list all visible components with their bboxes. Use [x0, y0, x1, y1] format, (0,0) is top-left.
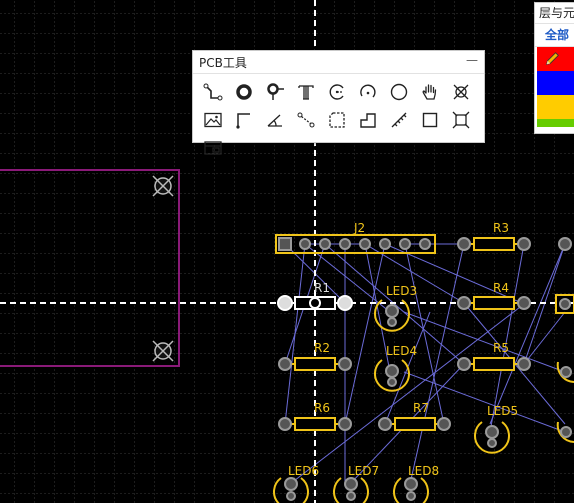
no-connect-icon[interactable]: [447, 78, 475, 106]
ref-LED4: LED4: [386, 344, 417, 358]
dimension-angle-icon[interactable]: [261, 106, 289, 134]
ref-J2: J2: [353, 221, 365, 235]
minimize-button[interactable]: —: [466, 54, 478, 68]
pcb-tools-panel[interactable]: PCB工具 —: [192, 50, 485, 155]
arc-center-icon[interactable]: [323, 78, 351, 106]
line-icon[interactable]: [230, 106, 258, 134]
ref-LED3: LED3: [386, 284, 417, 298]
text-icon[interactable]: [292, 78, 320, 106]
arc-3point-icon[interactable]: [354, 78, 382, 106]
pencil-icon: [542, 49, 562, 69]
circle-icon[interactable]: [385, 78, 413, 106]
rectangle-icon[interactable]: [416, 106, 444, 134]
layer-swatch-top-silk[interactable]: [537, 95, 574, 119]
route-track-icon[interactable]: [199, 78, 227, 106]
layers-panel-title: 层与元: [535, 3, 574, 24]
copper-area-icon[interactable]: [323, 106, 351, 134]
solid-region-icon[interactable]: [354, 106, 382, 134]
layer-swatch-bottom-silk[interactable]: [537, 119, 574, 127]
ref-R3: R3: [493, 221, 509, 235]
ref-LED8: LED8: [408, 464, 439, 478]
ref-LED5: LED5: [487, 404, 518, 418]
mounting-hole[interactable]: [152, 175, 174, 197]
pcb-tools-header[interactable]: PCB工具 —: [193, 51, 484, 74]
ref-R4: R4: [493, 281, 509, 295]
ref-R1: R1: [314, 281, 330, 295]
layer-panel-icon[interactable]: [199, 134, 227, 162]
hole-icon[interactable]: [447, 106, 475, 134]
ref-R6: R6: [314, 401, 330, 415]
image-icon[interactable]: [199, 106, 227, 134]
layer-swatch-bottom[interactable]: [537, 71, 574, 95]
layer-swatch-top[interactable]: [537, 47, 574, 71]
pad-icon[interactable]: [261, 78, 289, 106]
ref-R7: R7: [413, 401, 429, 415]
mounting-hole[interactable]: [152, 340, 174, 362]
ref-R5: R5: [493, 341, 509, 355]
tab-all-layers[interactable]: 全部: [535, 24, 574, 47]
pcb-tools-title: PCB工具: [199, 55, 247, 70]
pan-hand-icon[interactable]: [416, 78, 444, 106]
ref-LED7: LED7: [348, 464, 379, 478]
measure-icon[interactable]: [385, 106, 413, 134]
ref-R2: R2: [314, 341, 330, 355]
connect-pads-icon[interactable]: [292, 106, 320, 134]
layers-panel[interactable]: 层与元 全部: [534, 2, 574, 134]
via-icon[interactable]: [230, 78, 258, 106]
ref-LED6: LED6: [288, 464, 319, 478]
